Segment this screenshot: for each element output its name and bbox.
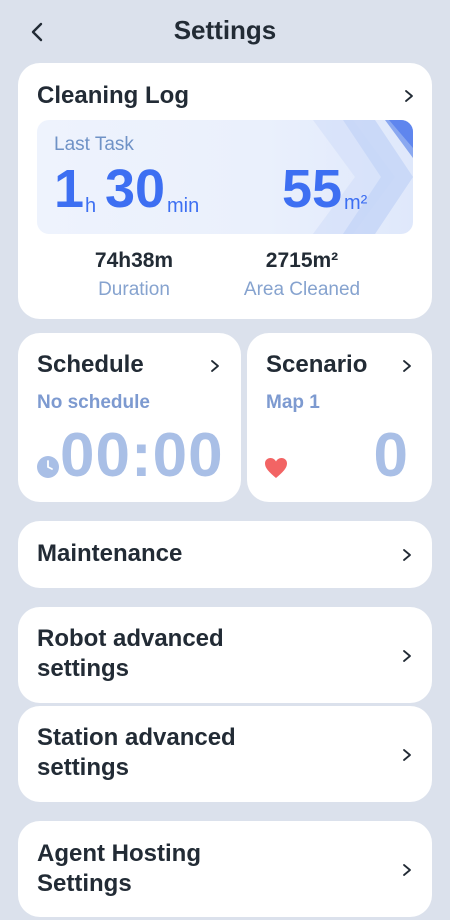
robot-label-line2: settings: [37, 655, 130, 682]
total-area-stat: 2715m² Area Cleaned: [232, 249, 372, 301]
total-duration-label: Duration: [98, 279, 170, 300]
schedule-title: Schedule: [37, 351, 144, 378]
scenario-map: Map 1: [266, 392, 320, 413]
chevron-right-icon[interactable]: [208, 359, 222, 373]
agent-hosting-settings-row[interactable]: Agent Hosting Settings: [18, 821, 432, 917]
chevron-right-icon[interactable]: [400, 863, 414, 877]
chevron-right-icon[interactable]: [400, 548, 414, 562]
chevron-right-icon[interactable]: [400, 649, 414, 663]
header: Settings: [0, 0, 450, 64]
agent-label-line2: Settings: [37, 870, 132, 897]
last-task-minutes: 30: [105, 159, 166, 219]
clock-icon: [37, 456, 59, 478]
last-task-area-unit: m²: [344, 192, 368, 214]
schedule-time: 00:00: [60, 421, 224, 490]
schedule-status: No schedule: [37, 392, 150, 413]
robot-label-line1: Robot advanced: [37, 625, 224, 652]
chevron-right-icon[interactable]: [400, 748, 414, 762]
last-task-area: 55: [282, 159, 343, 219]
scenario-count: 0: [373, 421, 408, 490]
station-advanced-settings-row[interactable]: Station advanced settings: [18, 706, 432, 802]
page-title: Settings: [173, 15, 277, 45]
maintenance-label: Maintenance: [37, 540, 183, 567]
station-label-line1: Station advanced: [37, 724, 236, 751]
last-task-hours: 1: [54, 159, 85, 219]
scenario-card[interactable]: Scenario Map 1 0: [247, 333, 432, 502]
robot-advanced-settings-label: Robot advanced settings: [37, 624, 224, 684]
last-task-minutes-unit: min: [167, 195, 200, 217]
cleaning-log-title: Cleaning Log: [37, 82, 189, 109]
total-duration-value: 74h38m: [94, 249, 174, 272]
last-task-label: Last Task: [54, 134, 134, 155]
last-task-hours-unit: h: [85, 195, 97, 217]
chevron-right-icon[interactable]: [402, 89, 416, 103]
maintenance-row[interactable]: Maintenance: [18, 521, 432, 588]
robot-advanced-settings-row[interactable]: Robot advanced settings: [18, 607, 432, 703]
agent-label-line1: Agent Hosting: [37, 840, 201, 867]
station-label-line2: settings: [37, 754, 130, 781]
last-task-panel: Last Task 1 h 30 min 55 m²: [37, 120, 413, 234]
settings-page: Settings Cleaning Log Last Task 1 h 30 m…: [0, 0, 450, 920]
station-advanced-settings-label: Station advanced settings: [37, 723, 236, 783]
total-area-value: 2715m²: [265, 249, 339, 272]
chevron-right-icon[interactable]: [400, 359, 414, 373]
schedule-card[interactable]: Schedule No schedule 00:00: [18, 333, 241, 502]
total-area-label: Area Cleaned: [243, 279, 361, 300]
scenario-title: Scenario: [266, 351, 368, 378]
cleaning-log-card[interactable]: Cleaning Log Last Task 1 h 30 min 55 m² …: [18, 63, 432, 319]
agent-hosting-settings-label: Agent Hosting Settings: [37, 839, 201, 899]
heart-icon: [264, 457, 288, 479]
total-duration-stat: 74h38m Duration: [74, 249, 194, 301]
